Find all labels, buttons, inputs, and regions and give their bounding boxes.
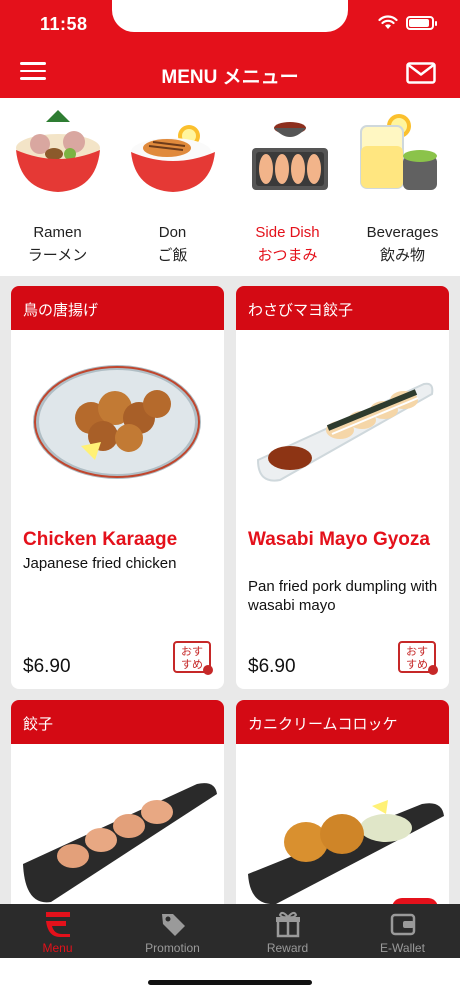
- status-icons: [378, 15, 437, 30]
- stamp-text-bottom: すめ: [181, 658, 203, 671]
- stamp-text-top: おす: [406, 645, 428, 658]
- category-label-en: Beverages: [366, 224, 439, 241]
- category-ramen[interactable]: Ramen ラーメン: [0, 98, 115, 276]
- category-label-en: Don: [158, 224, 187, 241]
- stamp-text-top: おす: [181, 645, 203, 658]
- wasabi-mayo-gyoza-image: [256, 382, 434, 482]
- recommended-stamp-icon: おす すめ: [398, 641, 438, 675]
- menu-item-card[interactable]: 餃子: [11, 700, 224, 920]
- category-side-dish[interactable]: Side Dish おつまみ: [230, 98, 345, 276]
- tab-promotion[interactable]: Promotion: [115, 904, 230, 958]
- gyoza-image: [23, 783, 217, 903]
- gift-icon: [276, 911, 300, 938]
- tab-label: Menu: [42, 941, 73, 955]
- home-indicator[interactable]: [148, 980, 312, 985]
- card-japanese-title: カニクリームコロッケ: [236, 700, 449, 744]
- tab-e-wallet[interactable]: E-Wallet: [345, 904, 460, 958]
- chicken-karaage-image: [33, 365, 201, 479]
- category-bar: Ramen ラーメン Don ご飯 Side Dish おつまみ Beverag…: [0, 98, 460, 276]
- device-notch: [112, 0, 348, 32]
- wallet-icon: [390, 913, 416, 936]
- category-label-en: Ramen: [33, 224, 82, 241]
- menu-item-card[interactable]: カニクリームコロッケ: [236, 700, 449, 920]
- home-indicator-area: [0, 958, 460, 996]
- rice-bowl-icon: [131, 125, 215, 192]
- category-label-jp: ご飯: [157, 247, 188, 264]
- battery-level: [409, 18, 429, 27]
- recommended-stamp-icon: おす すめ: [173, 641, 213, 675]
- menu-item-card[interactable]: わさびマヨ餃子 Wasabi Mayo Gyoza Pan fried pork…: [236, 286, 449, 689]
- item-price: $6.90: [248, 656, 296, 677]
- category-label-jp: 飲み物: [379, 247, 425, 264]
- item-name: Wasabi Mayo Gyoza: [248, 529, 430, 550]
- item-name: Chicken Karaage: [23, 529, 178, 550]
- bottom-tab-bar: Menu Promotion Reward E-Wallet: [0, 904, 460, 958]
- item-price: $6.90: [23, 656, 71, 677]
- category-beverages[interactable]: Beverages 飲み物: [345, 98, 460, 276]
- menu-item-card[interactable]: 鳥の唐揚げ Chicken Karaage Japanese fried chi…: [11, 286, 224, 689]
- menu-bowl-icon: [46, 912, 70, 937]
- wifi-icon: [378, 15, 398, 29]
- stamp-text-bottom: すめ: [406, 658, 428, 671]
- card-japanese-title: 餃子: [11, 700, 224, 744]
- status-time: 11:58: [40, 14, 88, 34]
- tab-label: Promotion: [145, 941, 200, 955]
- category-don[interactable]: Don ご飯: [115, 98, 230, 276]
- page-title: MENU メニュー: [161, 67, 299, 88]
- top-app-bar: 11:58 MENU メニュー: [0, 0, 460, 98]
- gyoza-plate-icon: [252, 122, 328, 190]
- item-description: Pan fried pork dumpling with wasabi mayo: [248, 578, 438, 614]
- battery-icon: [406, 15, 437, 30]
- tab-label: E-Wallet: [380, 941, 425, 955]
- mail-icon[interactable]: [406, 62, 436, 84]
- item-description: Japanese fried chicken: [23, 555, 177, 572]
- tab-label: Reward: [266, 941, 309, 955]
- ramen-bowl-icon: [16, 110, 100, 192]
- drinks-icon: [360, 114, 437, 190]
- category-label-en: Side Dish: [255, 224, 320, 241]
- card-japanese-title: 鳥の唐揚げ: [11, 286, 224, 330]
- card-japanese-title: わさびマヨ餃子: [236, 286, 449, 330]
- category-label-jp: ラーメン: [27, 247, 88, 264]
- tab-menu[interactable]: Menu: [0, 904, 115, 958]
- crab-cream-croquette-image: [248, 800, 444, 904]
- tab-reward[interactable]: Reward: [230, 904, 345, 958]
- tag-icon: [162, 914, 185, 936]
- category-label-jp: おつまみ: [257, 247, 318, 264]
